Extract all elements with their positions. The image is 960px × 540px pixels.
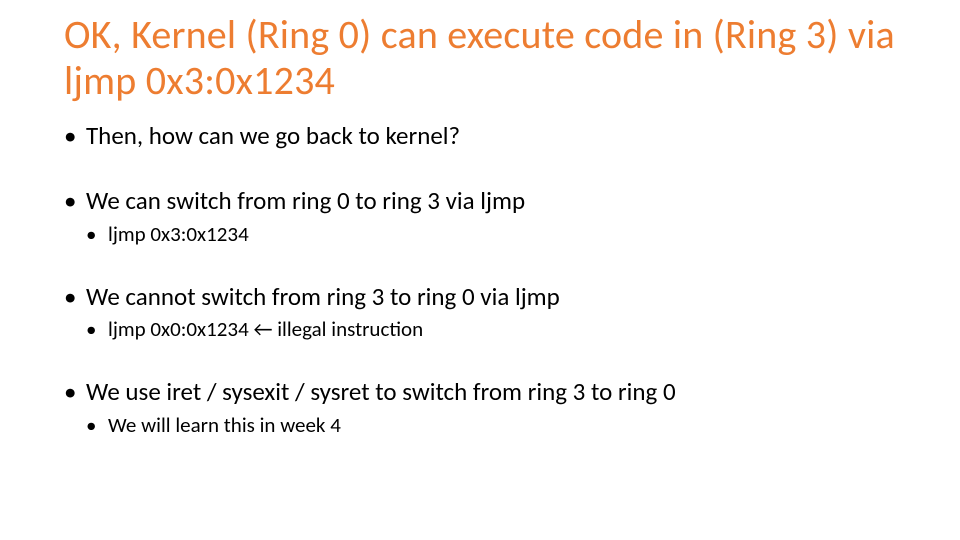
- sub-bullet-item: We will learn this in week 4: [86, 412, 896, 438]
- bullet-list: We use iret / sysexit / sysret to switch…: [64, 376, 896, 438]
- sub-bullet-text: ljmp 0x3:0x1234: [108, 221, 249, 247]
- spacer: [64, 255, 896, 281]
- bullet-item: We use iret / sysexit / sysret to switch…: [64, 376, 896, 438]
- bullet-text: We use iret / sysexit / sysret to switch…: [86, 376, 676, 407]
- sub-bullet-list: ljmp 0x3:0x1234: [86, 221, 896, 247]
- bullet-list: We cannot switch from ring 3 to ring 0 v…: [64, 281, 896, 343]
- sub-bullet-list: We will learn this in week 4: [86, 412, 896, 438]
- sub-bullet-item: ljmp 0x0:0x1234 ← illegal instruction: [86, 316, 896, 342]
- bullet-text: Then, how can we go back to kernel?: [86, 120, 460, 151]
- slide: OK, Kernel (Ring 0) can execute code in …: [0, 0, 960, 540]
- spacer: [64, 350, 896, 376]
- sub-bullet-item: ljmp 0x3:0x1234: [86, 221, 896, 247]
- bullet-item: We cannot switch from ring 3 to ring 0 v…: [64, 281, 896, 343]
- bullet-item: We can switch from ring 0 to ring 3 via …: [64, 185, 896, 247]
- bullet-text: We can switch from ring 0 to ring 3 via …: [86, 185, 525, 216]
- slide-title: OK, Kernel (Ring 0) can execute code in …: [64, 12, 896, 104]
- bullet-item: Then, how can we go back to kernel?: [64, 120, 896, 151]
- bullet-list: We can switch from ring 0 to ring 3 via …: [64, 185, 896, 247]
- spacer: [64, 159, 896, 185]
- sub-bullet-text: ljmp 0x0:0x1234 ← illegal instruction: [108, 316, 423, 342]
- sub-bullet-list: ljmp 0x0:0x1234 ← illegal instruction: [86, 316, 896, 342]
- bullet-list: Then, how can we go back to kernel?: [64, 120, 896, 151]
- sub-bullet-text: We will learn this in week 4: [108, 412, 341, 438]
- bullet-text: We cannot switch from ring 3 to ring 0 v…: [86, 281, 560, 312]
